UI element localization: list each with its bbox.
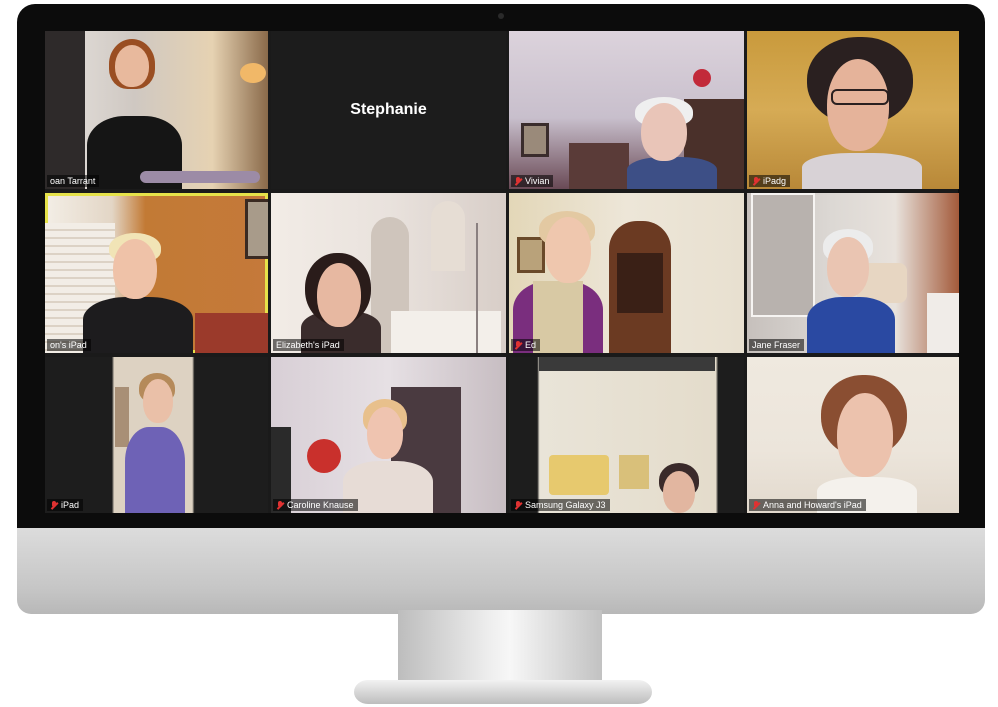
microphone-muted-icon	[50, 500, 58, 510]
participant-tile-active-speaker[interactable]: on's iPad	[45, 193, 268, 353]
participant-name: oan Tarrant	[50, 176, 96, 186]
participant-name-label: Caroline Knause	[273, 499, 358, 511]
participant-tile[interactable]: Samsung Galaxy J3	[509, 357, 744, 513]
participant-name-label: oan Tarrant	[47, 175, 100, 187]
monitor-chin	[17, 528, 985, 614]
participant-tile[interactable]: oan Tarrant	[45, 31, 268, 189]
participant-tile[interactable]: iPad	[45, 357, 268, 513]
video-gallery-grid: oan Tarrant Stephanie Vivian iPadg on's …	[45, 31, 959, 513]
participant-tile[interactable]: Vivian	[509, 31, 744, 189]
video-frame	[509, 193, 744, 353]
participant-name: Anna and Howard's iPad	[763, 500, 862, 510]
participant-name: iPadg	[763, 176, 787, 186]
microphone-muted-icon	[514, 500, 522, 510]
microphone-muted-icon	[514, 176, 522, 186]
participant-name-label: Elizabeth's iPad	[273, 339, 344, 351]
monitor-stand-base	[354, 680, 652, 704]
participant-tile[interactable]: Stephanie	[271, 31, 506, 189]
participant-name: Jane Fraser	[752, 340, 801, 350]
microphone-muted-icon	[514, 340, 522, 350]
participant-name-label: Jane Fraser	[749, 339, 805, 351]
participant-name-label: Samsung Galaxy J3	[511, 499, 610, 511]
participant-name-label: iPadg	[749, 175, 791, 187]
participant-name-label: Ed	[511, 339, 541, 351]
participant-name-label: on's iPad	[47, 339, 91, 351]
webcam-dot	[498, 13, 504, 19]
microphone-muted-icon	[752, 176, 760, 186]
participant-tile[interactable]: Anna and Howard's iPad	[747, 357, 959, 513]
video-frame	[45, 193, 268, 353]
participant-name: Ed	[525, 340, 537, 350]
participant-name: on's iPad	[50, 340, 87, 350]
video-frame	[509, 31, 744, 189]
microphone-muted-icon	[752, 500, 760, 510]
participant-name: Caroline Knause	[287, 500, 354, 510]
video-frame	[271, 357, 506, 513]
participant-name: Stephanie	[350, 101, 427, 118]
video-frame	[45, 31, 268, 189]
participant-tile[interactable]: Ed	[509, 193, 744, 353]
video-frame	[271, 193, 506, 353]
participant-name: Elizabeth's iPad	[276, 340, 340, 350]
participant-name-label: iPad	[47, 499, 84, 511]
participant-name: Samsung Galaxy J3	[525, 500, 606, 510]
participant-tile[interactable]: iPadg	[747, 31, 959, 189]
video-frame	[45, 357, 268, 513]
video-frame	[747, 193, 959, 353]
participant-tile[interactable]: Caroline Knause	[271, 357, 506, 513]
participant-name-label: Vivian	[511, 175, 554, 187]
participant-tile[interactable]: Jane Fraser	[747, 193, 959, 353]
video-frame	[747, 357, 959, 513]
monitor-stand	[398, 610, 602, 682]
participant-name: iPad	[61, 500, 80, 510]
participant-name: Vivian	[525, 176, 550, 186]
participant-tile[interactable]: Elizabeth's iPad	[271, 193, 506, 353]
microphone-muted-icon	[276, 500, 284, 510]
participant-name-label: Anna and Howard's iPad	[749, 499, 866, 511]
video-frame	[509, 357, 744, 513]
video-frame	[747, 31, 959, 189]
